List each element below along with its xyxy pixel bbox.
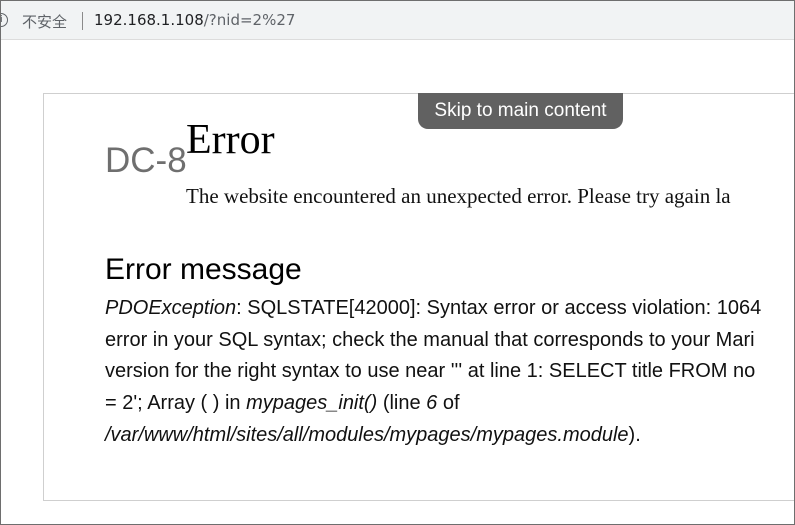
error-description: The website encountered an unexpected er… [186, 184, 731, 208]
error-text: of [437, 392, 460, 414]
function-name: mypages_init() [246, 392, 378, 414]
site-name[interactable]: DC-8 [105, 141, 187, 181]
error-message-line: /var/www/html/sites/all/modules/mypages/… [105, 424, 641, 447]
info-icon[interactable]: i [0, 13, 8, 27]
error-message-line: = 2'; Array ( ) in mypages_init() (line … [105, 392, 460, 415]
error-text: : SQLSTATE[42000]: Syntax error or acces… [236, 297, 762, 319]
address-bar[interactable]: i 不安全 192.168.1.108/?nid=2%27 [0, 1, 795, 40]
skip-to-main-content-link[interactable]: Skip to main content [418, 93, 623, 129]
error-text: ). [628, 424, 641, 446]
page-title: Error [186, 117, 275, 163]
error-text: = 2'; Array ( ) in [105, 392, 247, 414]
error-message-line: PDOException: SQLSTATE[42000]: Syntax er… [105, 297, 761, 320]
security-status-label[interactable]: 不安全 [22, 11, 67, 32]
line-number: 6 [426, 392, 438, 414]
error-message-line: version for the right syntax to use near… [105, 360, 756, 382]
url-text[interactable]: 192.168.1.108/?nid=2%27 [94, 11, 295, 29]
error-text: (line [377, 392, 427, 414]
error-message-line: error in your SQL syntax; check the manu… [105, 329, 755, 351]
url-path: /?nid=2%27 [203, 11, 296, 29]
error-message-heading: Error message [105, 253, 302, 286]
url-host: 192.168.1.108 [94, 11, 204, 29]
exception-name: PDOException [105, 297, 237, 319]
file-path: /var/www/html/sites/all/modules/mypages/… [105, 424, 629, 446]
address-divider [82, 12, 83, 30]
